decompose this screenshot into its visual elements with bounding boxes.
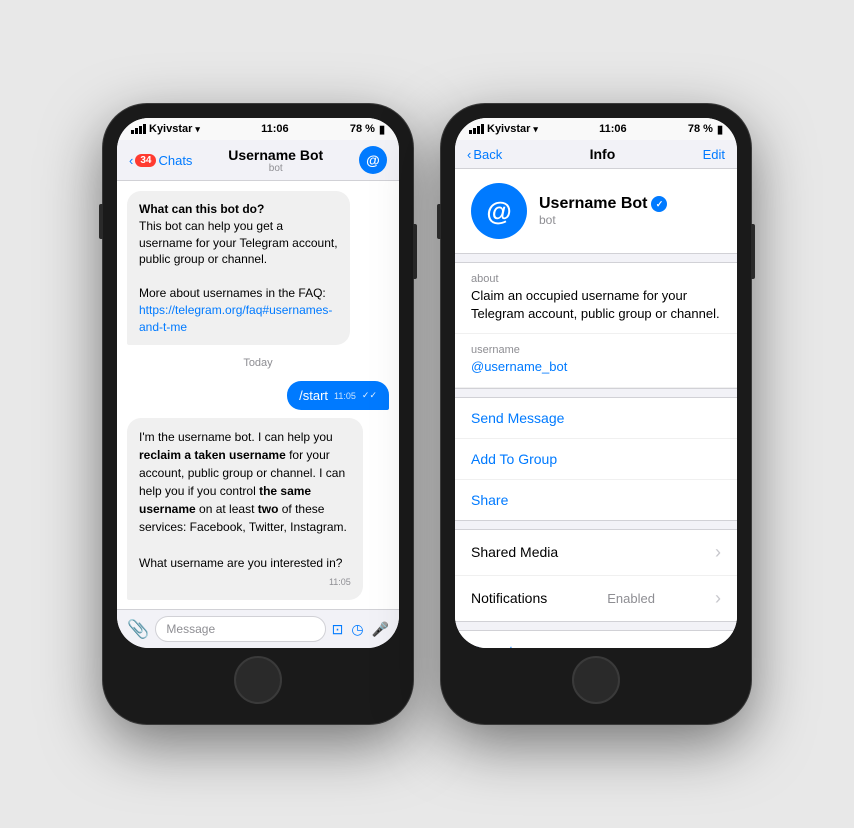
carrier-label-right: Kyivstar <box>487 123 530 135</box>
bot-message-1: What can this bot do? This bot can help … <box>127 191 350 345</box>
attach-icon[interactable]: 📎 <box>127 619 149 640</box>
back-chevron-icon: ‹ <box>129 153 133 168</box>
user-message-start: /start 11:05 ✓✓ <box>287 381 389 410</box>
nav-subtitle-left: bot <box>192 163 359 174</box>
send-message-action[interactable]: Send Message <box>455 398 737 439</box>
time-label-right: 11:06 <box>599 123 627 135</box>
home-button-left[interactable] <box>234 656 282 704</box>
at-button[interactable]: @ <box>359 146 387 174</box>
bot-message-1-text: This bot can help you get a username for… <box>139 219 338 267</box>
profile-info: Username Bot ✓ bot <box>539 195 721 227</box>
home-button-right[interactable] <box>572 656 620 704</box>
settings-section: Shared Media Notifications Enabled <box>455 529 737 622</box>
status-bar-left: Kyivstar ▾ 11:06 78 % ▮ <box>117 118 399 140</box>
status-right: 78 % ▮ <box>350 123 385 136</box>
username-label: username <box>471 344 721 356</box>
signal-icon <box>131 124 146 134</box>
bot-response: I'm the username bot. I can help you rec… <box>127 418 363 600</box>
info-title: Info <box>502 146 702 162</box>
message-placeholder: Message <box>166 622 215 636</box>
bot-response-time: 11:05 <box>329 576 351 590</box>
user-message-wrap: /start 11:05 ✓✓ <box>127 381 389 410</box>
phone-right: Kyivstar ▾ 11:06 78 % ▮ ‹ Back Info <box>441 104 751 724</box>
wifi-icon-right: ▾ <box>533 124 538 135</box>
status-left: Kyivstar ▾ <box>131 123 200 135</box>
input-actions: ⊡ ◷ 🎤 <box>332 621 389 638</box>
double-check-icon: ✓✓ <box>362 390 377 401</box>
edit-label: Edit <box>703 147 725 162</box>
notifications-action[interactable]: Notifications Enabled <box>455 576 737 621</box>
profile-name: Username Bot ✓ <box>539 195 721 213</box>
bot-message-1-bold: What can this bot do? <box>139 202 264 216</box>
phones-container: Kyivstar ▾ 11:06 78 % ▮ ‹ 34 Chats Usern… <box>103 104 751 724</box>
about-value: Claim an occupied username for your Tele… <box>471 287 721 323</box>
user-message-time: 11:05 <box>334 391 356 401</box>
nav-title-right: Info <box>502 146 702 162</box>
clock-icon[interactable]: ◷ <box>351 621 363 638</box>
back-button-left[interactable]: ‹ 34 Chats <box>129 153 192 168</box>
phone-right-screen: Kyivstar ▾ 11:06 78 % ▮ ‹ Back Info <box>455 118 737 648</box>
add-to-group-action[interactable]: Add To Group <box>455 439 737 480</box>
profile-subtitle: bot <box>539 213 721 227</box>
bold-same: the same username <box>139 484 311 516</box>
status-bar-right: Kyivstar ▾ 11:06 78 % ▮ <box>455 118 737 140</box>
battery-icon: ▮ <box>379 123 385 136</box>
back-label-left: Chats <box>158 153 192 168</box>
nav-bar-left: ‹ 34 Chats Username Bot bot @ <box>117 140 399 181</box>
add-to-group-label: Add To Group <box>471 451 557 467</box>
username-field: username @username_bot <box>455 334 737 387</box>
edit-button[interactable]: Edit <box>703 147 725 162</box>
info-fields: about Claim an occupied username for you… <box>455 262 737 389</box>
nav-bar-right: ‹ Back Info Edit <box>455 140 737 169</box>
status-right-right: 78 % ▮ <box>688 123 723 136</box>
back-chevron-icon-right: ‹ <box>467 147 471 162</box>
back-button-right[interactable]: ‹ Back <box>467 147 502 162</box>
action-section: Send Message Add To Group Share <box>455 397 737 521</box>
mic-icon[interactable]: 🎤 <box>372 621 389 638</box>
wifi-icon: ▾ <box>195 124 200 135</box>
username-value[interactable]: @username_bot <box>471 358 721 376</box>
user-message-text: /start <box>299 388 328 403</box>
verified-icon: ✓ <box>651 196 667 212</box>
status-right-left: Kyivstar ▾ <box>469 123 538 135</box>
report-action[interactable]: Report <box>455 631 737 648</box>
battery-label-right: 78 % <box>688 123 713 135</box>
message-input[interactable]: Message <box>155 616 325 642</box>
about-label: about <box>471 273 721 285</box>
profile-section: @ Username Bot ✓ bot <box>455 169 737 254</box>
report-label: Report <box>471 643 513 648</box>
bot-message-1-faq: More about usernames in the FAQ: <box>139 286 326 300</box>
battery-icon-right: ▮ <box>717 123 723 136</box>
send-message-label: Send Message <box>471 410 564 426</box>
share-label: Share <box>471 492 508 508</box>
nav-title-text-left: Username Bot <box>192 147 359 163</box>
carrier-label: Kyivstar <box>149 123 192 135</box>
about-field: about Claim an occupied username for you… <box>455 263 737 334</box>
back-label-right: Back <box>473 147 502 162</box>
battery-label: 78 % <box>350 123 375 135</box>
bold-two: two <box>258 502 279 516</box>
share-action[interactable]: Share <box>455 480 737 520</box>
bold-reclaim: reclaim a taken username <box>139 448 286 462</box>
time-label: 11:06 <box>261 123 289 135</box>
date-divider: Today <box>127 357 389 369</box>
signal-icon-right <box>469 124 484 134</box>
nav-title-left: Username Bot bot <box>192 147 359 174</box>
danger-section: Report Stop Bot <box>455 630 737 648</box>
chat-input-bar: 📎 Message ⊡ ◷ 🎤 <box>117 609 399 648</box>
notifications-value: Enabled <box>607 591 655 606</box>
info-screen: @ Username Bot ✓ bot about Claim an occu… <box>455 169 737 648</box>
sticker-icon[interactable]: ⊡ <box>332 621 344 638</box>
bot-avatar: @ <box>471 183 527 239</box>
chats-badge: 34 <box>135 154 156 167</box>
notifications-label: Notifications <box>471 590 547 606</box>
phone-left: Kyivstar ▾ 11:06 78 % ▮ ‹ 34 Chats Usern… <box>103 104 413 724</box>
phone-left-screen: Kyivstar ▾ 11:06 78 % ▮ ‹ 34 Chats Usern… <box>117 118 399 648</box>
shared-media-action[interactable]: Shared Media <box>455 530 737 576</box>
chat-content: What can this bot do? This bot can help … <box>117 181 399 609</box>
bot-message-1-link[interactable]: https://telegram.org/faq#usernames-and-t… <box>139 303 332 334</box>
profile-name-text: Username Bot <box>539 195 647 213</box>
shared-media-label: Shared Media <box>471 544 558 560</box>
